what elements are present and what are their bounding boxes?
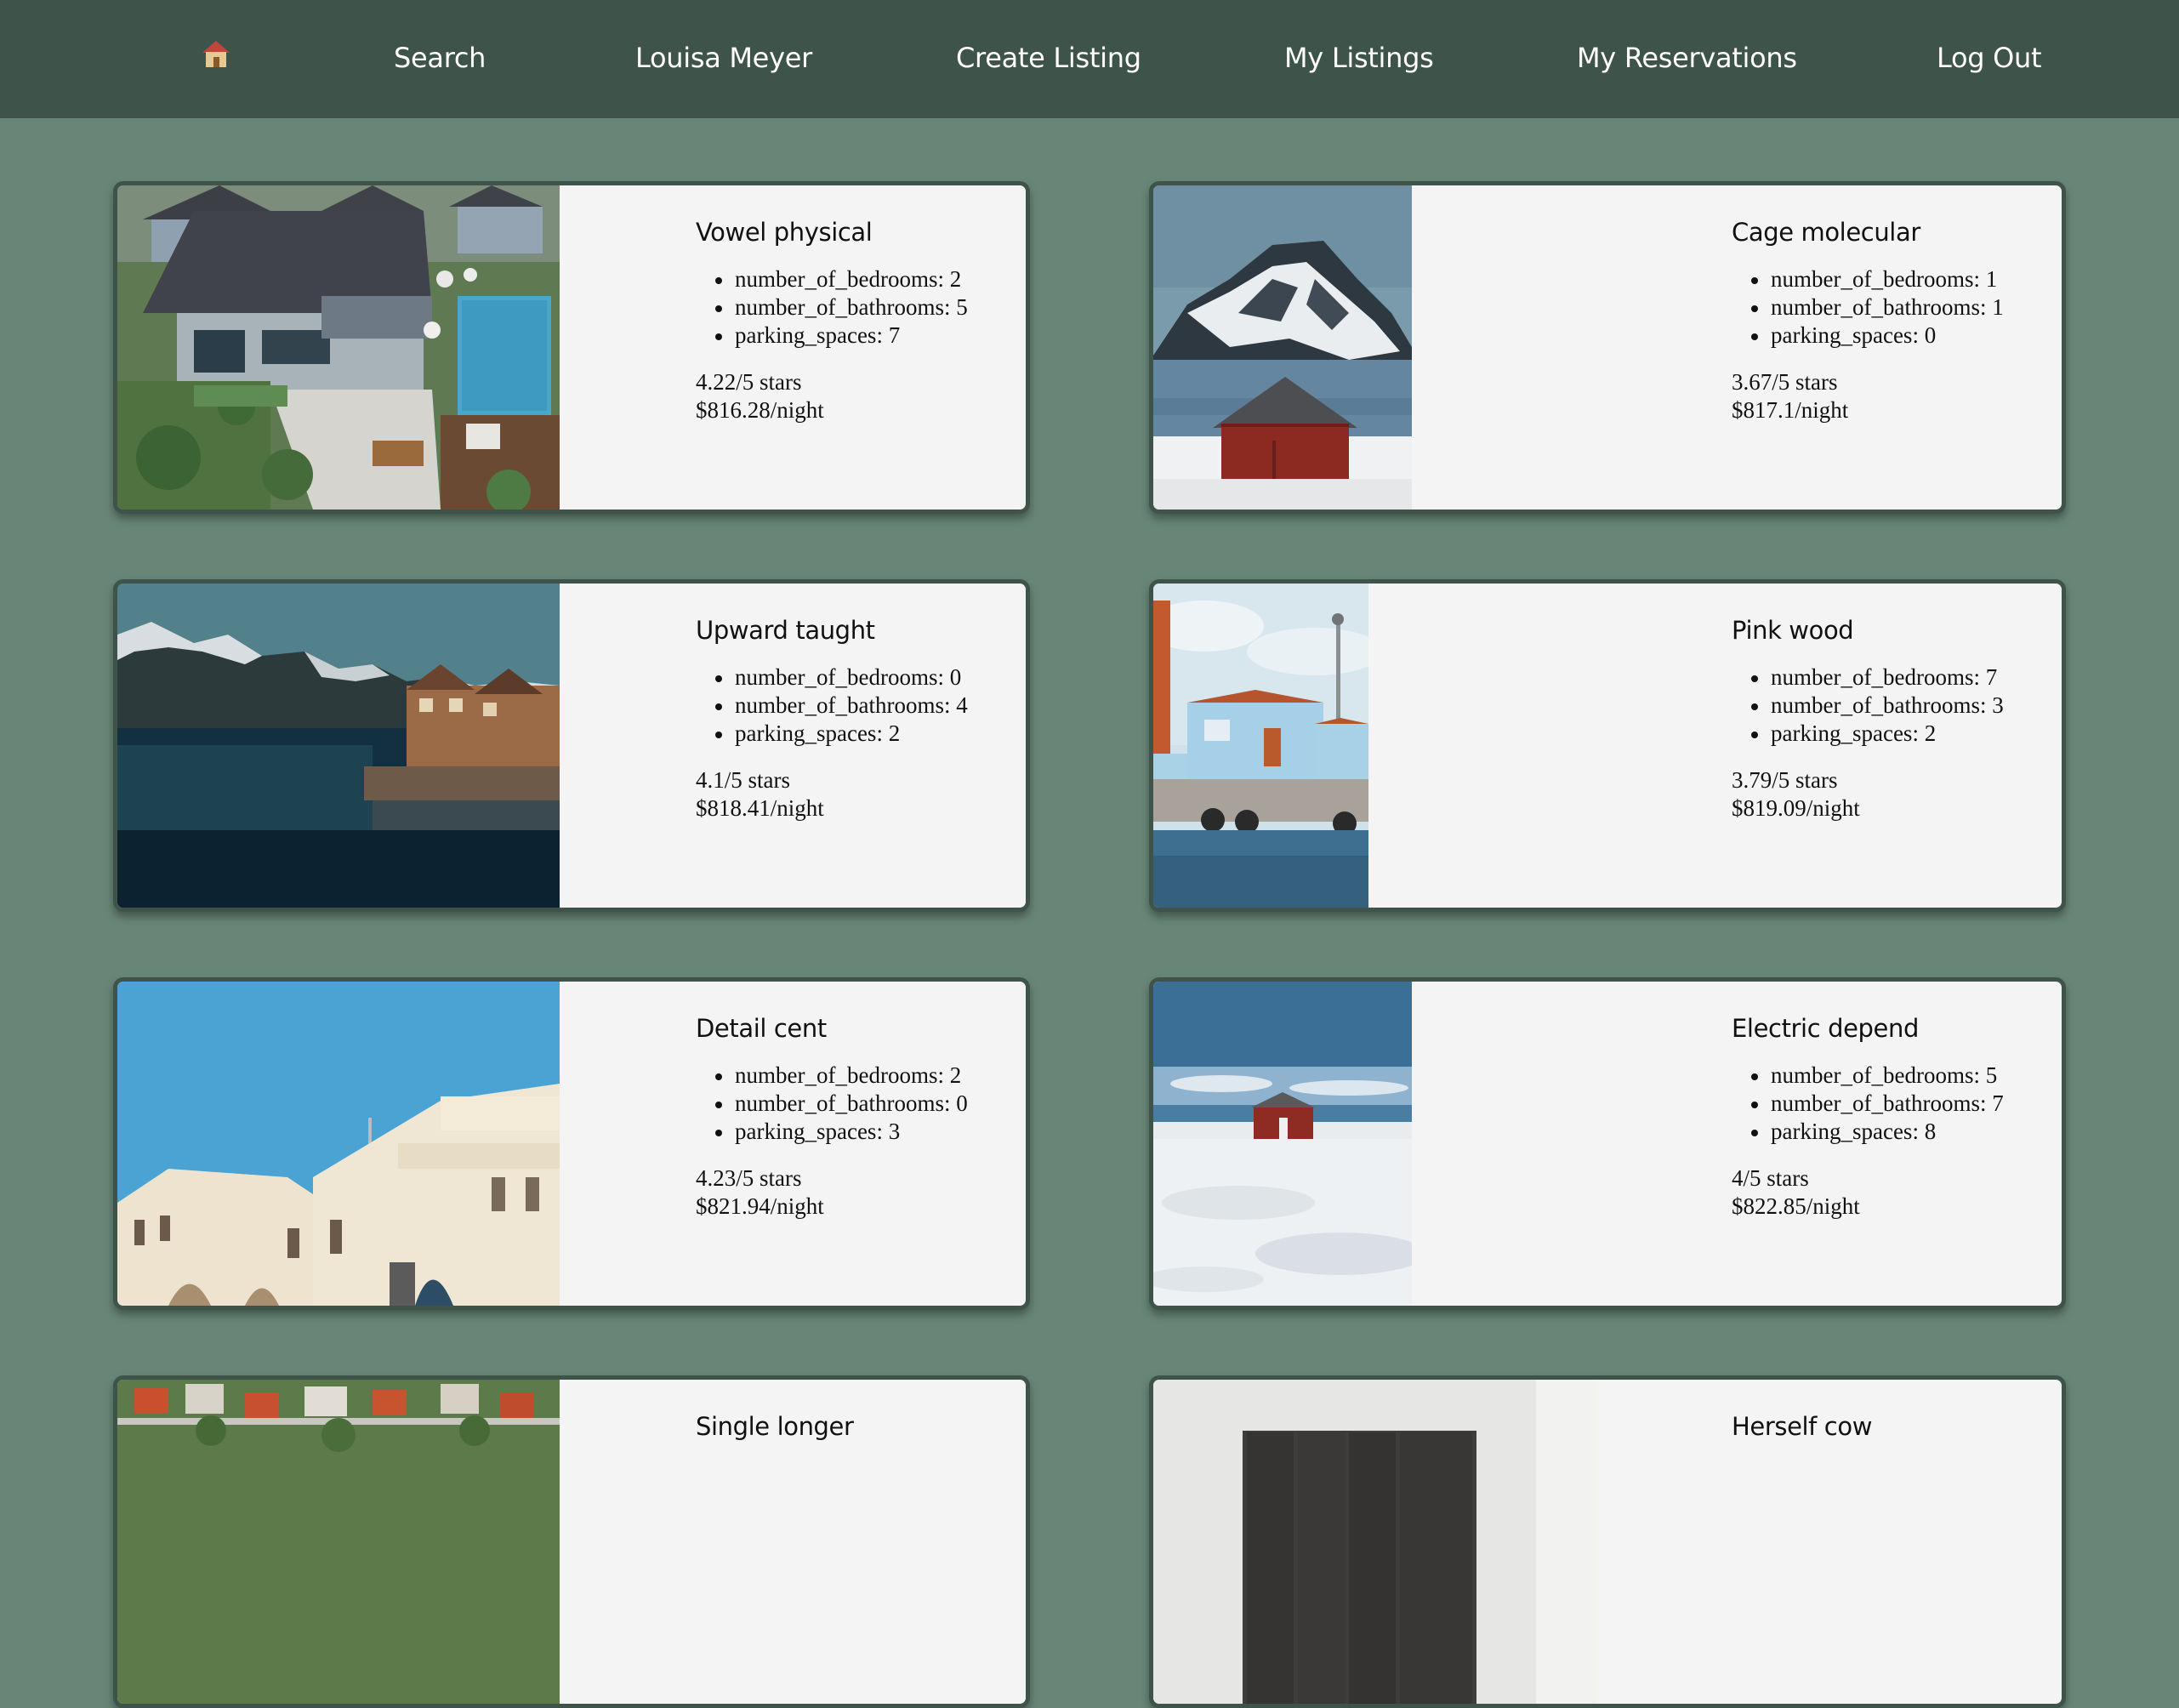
bedrooms-spec: number_of_bedrooms: 1	[1751, 265, 2004, 293]
bedrooms-spec: number_of_bedrooms: 0	[715, 663, 968, 692]
listing-price: $822.85/night	[1732, 1193, 1860, 1219]
listing-info: Pink wood number_of_bedrooms: 7 number_o…	[1732, 616, 2004, 823]
listing-card[interactable]: Vowel physical number_of_bedrooms: 2 num…	[113, 181, 1030, 514]
bedrooms-spec: number_of_bedrooms: 7	[1751, 663, 2004, 692]
listing-info: Cage molecular number_of_bedrooms: 1 num…	[1732, 218, 2004, 424]
bathrooms-spec: number_of_bathrooms: 3	[1751, 692, 2004, 718]
parking-spec: parking_spaces: 2	[1751, 720, 2004, 748]
listing-image[interactable]	[1153, 982, 1412, 1306]
listing-image[interactable]	[1153, 185, 1412, 510]
listing-card[interactable]: Herself cow	[1149, 1375, 2066, 1708]
listing-title[interactable]: Vowel physical	[696, 218, 968, 247]
bathrooms-spec: number_of_bathrooms: 7	[1751, 1090, 2004, 1116]
listing-card[interactable]: Pink wood number_of_bedrooms: 7 number_o…	[1149, 579, 2066, 912]
nav-my-reservations-link[interactable]: My Reservations	[1577, 0, 1797, 118]
nav-user-link[interactable]: Louisa Meyer	[635, 0, 812, 118]
listing-title[interactable]: Detail cent	[696, 1014, 968, 1043]
nav-home-link[interactable]	[202, 0, 230, 118]
listing-rating: 4.22/5 stars	[696, 369, 802, 395]
listing-info: Vowel physical number_of_bedrooms: 2 num…	[696, 218, 968, 424]
listing-info: Upward taught number_of_bedrooms: 0 numb…	[696, 616, 968, 823]
listing-title[interactable]: Cage molecular	[1732, 218, 2004, 247]
listing-info: Detail cent number_of_bedrooms: 2 number…	[696, 1014, 968, 1221]
listing-price: $816.28/night	[696, 397, 824, 423]
listing-card[interactable]: Detail cent number_of_bedrooms: 2 number…	[113, 977, 1030, 1310]
parking-spec: parking_spaces: 7	[715, 322, 968, 350]
bathrooms-spec: number_of_bathrooms: 1	[1751, 294, 2004, 320]
listing-rating: 4.1/5 stars	[696, 767, 790, 793]
listing-title[interactable]: Pink wood	[1732, 616, 2004, 645]
nav-my-listings-link[interactable]: My Listings	[1284, 0, 1434, 118]
bedrooms-spec: number_of_bedrooms: 2	[715, 1062, 968, 1090]
nav-create-listing-link[interactable]: Create Listing	[956, 0, 1141, 118]
parking-spec: parking_spaces: 8	[1751, 1118, 2004, 1146]
listing-rating: 3.79/5 stars	[1732, 767, 1838, 793]
bedrooms-spec: number_of_bedrooms: 2	[715, 265, 968, 293]
listing-card[interactable]: Single longer	[113, 1375, 1030, 1708]
bathrooms-spec: number_of_bathrooms: 5	[715, 294, 968, 320]
parking-spec: parking_spaces: 3	[715, 1118, 968, 1146]
listing-specs: number_of_bedrooms: 5 number_of_bathroom…	[1732, 1062, 2004, 1146]
listing-image[interactable]	[117, 185, 560, 510]
listing-image[interactable]	[117, 1380, 560, 1704]
house-icon	[202, 41, 230, 68]
listing-specs: number_of_bedrooms: 2 number_of_bathroom…	[696, 265, 968, 350]
bedrooms-spec: number_of_bedrooms: 5	[1751, 1062, 2004, 1090]
listing-price: $817.1/night	[1732, 397, 1849, 423]
listing-card[interactable]: Upward taught number_of_bedrooms: 0 numb…	[113, 579, 1030, 912]
listing-price: $819.09/night	[1732, 795, 1860, 821]
listing-specs: number_of_bedrooms: 0 number_of_bathroom…	[696, 663, 968, 748]
listing-info: Herself cow	[1732, 1412, 1872, 1460]
listing-specs: number_of_bedrooms: 1 number_of_bathroom…	[1732, 265, 2004, 350]
listing-specs: number_of_bedrooms: 2 number_of_bathroom…	[696, 1062, 968, 1146]
nav-logout-link[interactable]: Log Out	[1937, 0, 2042, 118]
parking-spec: parking_spaces: 0	[1751, 322, 2004, 350]
listing-price: $821.94/night	[696, 1193, 824, 1219]
listing-card[interactable]: Cage molecular number_of_bedrooms: 1 num…	[1149, 181, 2066, 514]
listing-rating: 4/5 stars	[1732, 1165, 1809, 1191]
listing-title[interactable]: Single longer	[696, 1412, 854, 1441]
listing-title[interactable]: Electric depend	[1732, 1014, 2004, 1043]
listing-image[interactable]	[117, 982, 560, 1306]
top-navbar: Search Louisa Meyer Create Listing My Li…	[0, 0, 2179, 118]
listing-title[interactable]: Herself cow	[1732, 1412, 1872, 1441]
listing-rating: 4.23/5 stars	[696, 1165, 802, 1191]
parking-spec: parking_spaces: 2	[715, 720, 968, 748]
bathrooms-spec: number_of_bathrooms: 0	[715, 1090, 968, 1116]
listing-info: Electric depend number_of_bedrooms: 5 nu…	[1732, 1014, 2004, 1221]
bathrooms-spec: number_of_bathrooms: 4	[715, 692, 968, 718]
listing-specs: number_of_bedrooms: 7 number_of_bathroom…	[1732, 663, 2004, 748]
listing-price: $818.41/night	[696, 795, 824, 821]
nav-search-link[interactable]: Search	[394, 0, 486, 118]
listing-card[interactable]: Electric depend number_of_bedrooms: 5 nu…	[1149, 977, 2066, 1310]
listing-image[interactable]	[1153, 1380, 1596, 1704]
listing-title[interactable]: Upward taught	[696, 616, 968, 645]
listing-image[interactable]	[1153, 584, 1368, 908]
listing-rating: 3.67/5 stars	[1732, 369, 1838, 395]
listing-image[interactable]	[117, 584, 560, 908]
listing-info: Single longer	[696, 1412, 854, 1460]
